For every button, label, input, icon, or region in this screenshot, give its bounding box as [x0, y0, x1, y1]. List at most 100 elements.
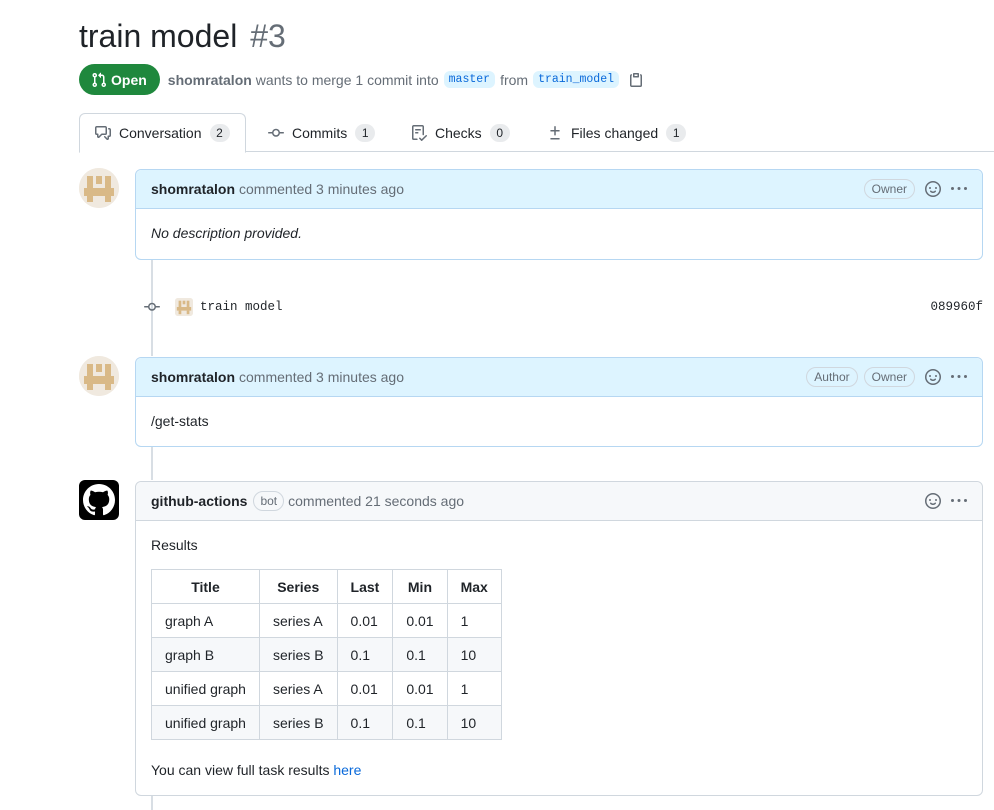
git-commit-icon: [268, 125, 284, 141]
pr-number: #3: [250, 18, 286, 54]
smiley-icon[interactable]: [925, 181, 941, 197]
timeline-line: [151, 447, 153, 480]
table-row: unified graph series B 0.1 0.1 10: [151, 705, 502, 740]
table-cell: 10: [446, 705, 502, 740]
tab-checks[interactable]: Checks 0: [411, 113, 510, 152]
git-commit-icon: [141, 299, 163, 315]
head-branch[interactable]: train_model: [533, 71, 619, 88]
timeline-line: [151, 796, 153, 810]
kebab-horizontal-icon[interactable]: [951, 181, 967, 197]
comment-header: shomratalon commented 3 minutes ago Auth…: [136, 358, 982, 397]
comment-author[interactable]: shomratalon: [151, 181, 235, 197]
avatar[interactable]: [79, 356, 119, 396]
table-cell: series B: [258, 637, 338, 672]
table-header-cell: Last: [336, 569, 394, 604]
merge-text: wants to merge 1 commit into: [255, 71, 439, 88]
bot-avatar[interactable]: [79, 480, 119, 520]
commit-author-avatar[interactable]: [175, 298, 193, 316]
comment-timestamp[interactable]: commented 3 minutes ago: [239, 181, 404, 197]
table-header-row: Title Series Last Min Max: [151, 569, 502, 604]
tab-commits-count: 1: [355, 123, 376, 142]
table-cell: graph B: [151, 637, 260, 672]
pr-state-badge: Open: [79, 64, 160, 95]
table-cell: graph A: [151, 603, 260, 638]
base-branch[interactable]: master: [443, 71, 496, 88]
table-row: graph A series A 0.01 0.01 1: [151, 603, 502, 638]
tab-conversation-label: Conversation: [119, 125, 202, 141]
git-pull-request-icon: [92, 72, 107, 87]
table-cell: unified graph: [151, 671, 260, 706]
comment-author[interactable]: github-actions: [151, 493, 247, 509]
commit-message[interactable]: train model: [200, 300, 283, 314]
pr-merge-info: shomratalon wants to merge 1 commit into…: [168, 71, 644, 88]
table-cell: series A: [258, 671, 338, 706]
table-cell: 10: [446, 637, 502, 672]
bot-label: bot: [253, 491, 285, 511]
identicon-icon: [79, 168, 119, 208]
comment-author[interactable]: shomratalon: [151, 369, 235, 385]
results-footer: You can view full task results here: [151, 762, 967, 778]
tab-conversation-count: 2: [209, 124, 230, 142]
table-header-cell: Min: [392, 569, 448, 604]
tab-commits-label: Commits: [292, 124, 348, 141]
commit-sha[interactable]: 089960f: [930, 300, 983, 314]
table-cell: 1: [446, 603, 502, 638]
pr-tabs: Conversation 2 Commits 1 Checks 0 Files …: [79, 113, 994, 153]
github-mark-icon: [83, 484, 115, 516]
tab-checks-label: Checks: [435, 124, 482, 141]
file-diff-icon: [547, 125, 563, 141]
tab-files-changed[interactable]: Files changed 1: [547, 113, 687, 152]
results-footer-text: You can view full task results: [151, 762, 330, 778]
smiley-icon[interactable]: [925, 369, 941, 385]
pr-state-label: Open: [111, 71, 147, 88]
table-cell: 0.01: [392, 671, 448, 706]
tab-commits[interactable]: Commits 1: [268, 113, 376, 152]
comment-body: /get-stats: [136, 397, 982, 445]
identicon-icon: [175, 298, 193, 316]
kebab-horizontal-icon[interactable]: [951, 493, 967, 509]
identicon-icon: [79, 356, 119, 396]
table-cell: 0.01: [336, 671, 394, 706]
comment-header: github-actions bot commented 21 seconds …: [136, 482, 982, 521]
pr-title: train model #3: [79, 16, 286, 56]
pr-meta: Open shomratalon wants to merge 1 commit…: [79, 64, 644, 95]
results-heading: Results: [151, 537, 198, 553]
table-row: graph B series B 0.1 0.1 10: [151, 637, 502, 672]
comment-timestamp[interactable]: commented 3 minutes ago: [239, 369, 404, 385]
comment-body: Results Title Series Last Min Max graph …: [136, 521, 982, 794]
table-cell: 0.1: [392, 705, 448, 740]
results-table: Title Series Last Min Max graph A series…: [151, 569, 502, 740]
pr-title-text: train model: [79, 18, 238, 54]
copy-icon[interactable]: [628, 72, 644, 88]
table-cell: 0.1: [336, 705, 394, 740]
table-cell: 1: [446, 671, 502, 706]
table-cell: 0.1: [392, 637, 448, 672]
pr-author-link[interactable]: shomratalon: [168, 72, 252, 88]
table-row: unified graph series A 0.01 0.01 1: [151, 671, 502, 706]
table-header-cell: Series: [258, 569, 338, 604]
results-link[interactable]: here: [333, 762, 361, 778]
table-cell: 0.1: [336, 637, 394, 672]
owner-label: Owner: [863, 179, 915, 199]
smiley-icon[interactable]: [925, 493, 941, 509]
avatar[interactable]: [79, 168, 119, 208]
comment-timestamp[interactable]: commented 21 seconds ago: [288, 493, 464, 509]
comment-discussion-icon: [95, 125, 111, 141]
kebab-horizontal-icon[interactable]: [951, 369, 967, 385]
tab-checks-count: 0: [489, 123, 510, 142]
table-cell: unified graph: [151, 705, 260, 740]
table-cell: 0.01: [336, 603, 394, 638]
comment-body: No description provided.: [136, 209, 982, 257]
tab-files-changed-count: 1: [666, 123, 687, 142]
from-text: from: [500, 71, 529, 88]
owner-label: Owner: [863, 367, 915, 387]
comment-card: shomratalon commented 3 minutes ago Owne…: [135, 169, 983, 260]
table-cell: 0.01: [392, 603, 448, 638]
tab-files-changed-label: Files changed: [571, 124, 659, 141]
table-header-cell: Max: [446, 569, 502, 604]
author-label: Author: [806, 367, 858, 387]
table-header-cell: Title: [151, 569, 260, 604]
tab-conversation[interactable]: Conversation 2: [79, 113, 246, 153]
comment-header: shomratalon commented 3 minutes ago Owne…: [136, 170, 982, 209]
comment-card: github-actions bot commented 21 seconds …: [135, 481, 983, 796]
